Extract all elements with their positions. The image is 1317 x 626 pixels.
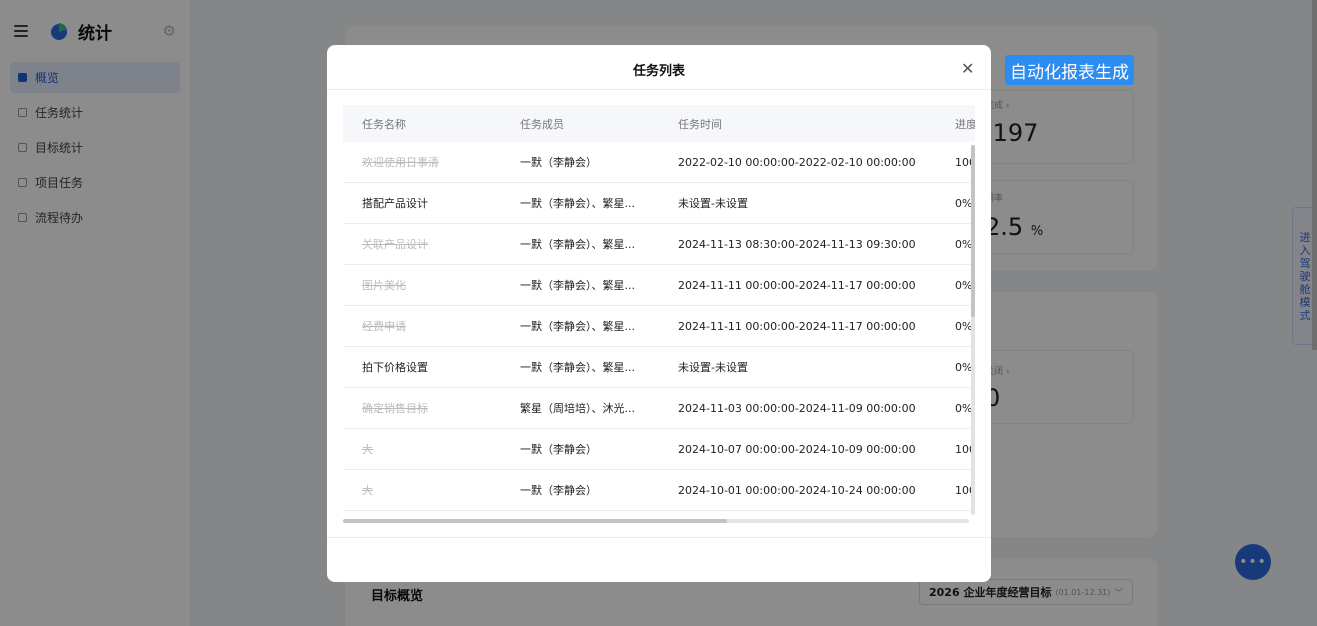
task-members-cell: 一默（李静会）	[520, 156, 597, 169]
task-members-cell: 一默（李静会）、繁星...	[520, 361, 635, 374]
table-row[interactable]: 拍下价格设置 一默（李静会）、繁星... 未设置-未设置 0%	[343, 347, 975, 388]
column-header-progress[interactable]: 进度	[955, 105, 975, 142]
table-row[interactable]: 欢迎使用日事清 一默（李静会） 2022-02-10 00:00:00-2022…	[343, 142, 975, 183]
task-name-cell: 拍下价格设置	[362, 361, 428, 374]
task-time-cell: 未设置-未设置	[678, 361, 748, 374]
task-time-cell: 2024-11-13 08:30:00-2024-11-13 09:30:00	[678, 237, 916, 251]
table-row[interactable]: 图片美化 一默（李静会）、繁星... 2024-11-11 00:00:00-2…	[343, 265, 975, 306]
task-time-cell: 2024-11-03 00:00:00-2024-11-09 00:00:00	[678, 401, 916, 415]
task-time-cell: 未设置-未设置	[678, 197, 748, 210]
table-header-row: 任务名称 任务成员 任务时间 进度	[343, 105, 975, 142]
modal-header: 任务列表 ✕	[327, 45, 991, 90]
close-icon[interactable]: ✕	[961, 59, 974, 78]
column-header-members[interactable]: 任务成员	[520, 105, 670, 142]
task-members-cell: 一默（李静会）、繁星...	[520, 320, 635, 333]
task-table: 任务名称 任务成员 任务时间 进度 欢迎使用日事清 一默（李静会） 2022-0…	[343, 105, 975, 515]
column-header-time[interactable]: 任务时间	[678, 105, 948, 142]
task-members-cell: 一默（李静会）、繁星...	[520, 238, 635, 251]
auto-report-badge: 自动化报表生成	[1005, 55, 1134, 85]
vertical-scroll-thumb[interactable]	[971, 145, 975, 317]
table-row[interactable]: 大 一默（李静会） 2024-10-01 00:00:00-2024-10-24…	[343, 470, 975, 511]
task-members-cell: 一默（李静会）	[520, 484, 597, 497]
task-members-cell: 一默（李静会）、繁星...	[520, 279, 635, 292]
table-row[interactable]: 搭配产品设计 一默（李静会）、繁星... 未设置-未设置 0%	[343, 183, 975, 224]
task-members-cell: 一默（李静会）、繁星...	[520, 197, 635, 210]
task-time-cell: 2024-11-11 00:00:00-2024-11-17 00:00:00	[678, 319, 916, 333]
modal-title: 任务列表	[632, 64, 685, 79]
task-time-cell: 2022-02-10 00:00:00-2022-02-10 00:00:00	[678, 155, 916, 169]
task-time-cell: 2024-10-01 00:00:00-2024-10-24 00:00:00	[678, 483, 916, 497]
task-name-cell: 图片美化	[362, 279, 406, 292]
task-name-cell: 大	[362, 484, 373, 497]
modal-footer-divider	[327, 537, 991, 538]
task-name-cell: 搭配产品设计	[362, 197, 428, 210]
task-time-cell: 2024-10-07 00:00:00-2024-10-09 00:00:00	[678, 442, 916, 456]
task-members-cell: 一默（李静会）	[520, 443, 597, 456]
task-name-cell: 关联产品设计	[362, 238, 428, 251]
table-row[interactable]: 经费申请 一默（李静会）、繁星... 2024-11-11 00:00:00-2…	[343, 306, 975, 347]
table-row[interactable]: 确定销售目标 繁星（周培培）、沐光... 2024-11-03 00:00:00…	[343, 388, 975, 429]
task-name-cell: 确定销售目标	[362, 402, 428, 415]
table-horizontal-scrollbar[interactable]	[343, 519, 969, 523]
task-members-cell: 繁星（周培培）、沐光...	[520, 402, 635, 415]
table-vertical-scrollbar[interactable]	[971, 145, 975, 515]
table-row[interactable]: 关联产品设计 一默（李静会）、繁星... 2024-11-13 08:30:00…	[343, 224, 975, 265]
task-name-cell: 欢迎使用日事清	[362, 156, 439, 169]
task-name-cell: 经费申请	[362, 320, 406, 333]
task-name-cell: 大	[362, 443, 373, 456]
table-row[interactable]: 大 一默（李静会） 2024-10-07 00:00:00-2024-10-09…	[343, 429, 975, 470]
column-header-task-name[interactable]: 任务名称	[362, 105, 512, 142]
task-list-modal: 任务列表 ✕ 任务名称 任务成员 任务时间 进度 欢迎使用日事清 一默（李静会）…	[327, 45, 991, 582]
task-time-cell: 2024-11-11 00:00:00-2024-11-17 00:00:00	[678, 278, 916, 292]
horizontal-scroll-thumb[interactable]	[343, 519, 727, 523]
